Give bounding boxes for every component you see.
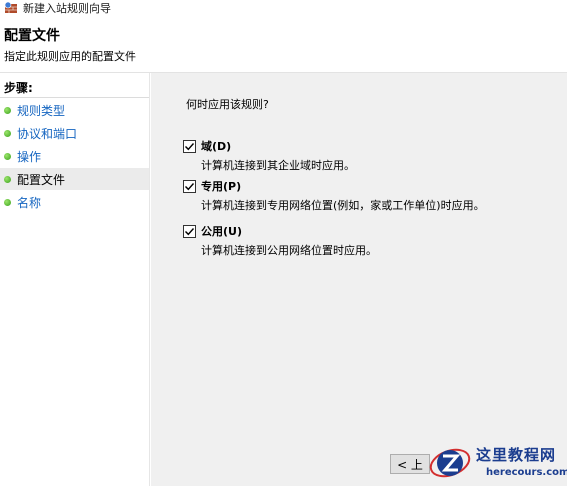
public-description: 计算机连接到公用网络位置时应用。 [201, 244, 377, 257]
question-text: 何时应用该规则? [186, 98, 269, 111]
option-domain: 域(D) 计算机连接到其企业域时应用。 [183, 138, 553, 173]
watermark-logo-icon [429, 448, 471, 478]
step-action[interactable]: 操作 [0, 145, 149, 167]
public-checkbox-row[interactable]: 公用(U) [183, 223, 553, 239]
step-bullet-icon [4, 198, 11, 206]
step-protocol-ports[interactable]: 协议和端口 [0, 122, 149, 144]
domain-checkbox-row[interactable]: 域(D) [183, 138, 553, 154]
step-label: 名称 [17, 195, 42, 210]
steps-divider [0, 97, 149, 98]
step-bullet-icon [4, 129, 11, 137]
private-label: 专用(P) [201, 180, 242, 193]
step-bullet-icon [4, 175, 11, 183]
watermark: 这里教程网 herecours.com [426, 440, 567, 486]
steps-sidebar: 步骤: 规则类型 协议和端口 操作 配置文件 名称 [0, 73, 150, 486]
checkmark-icon [185, 142, 195, 150]
firewall-wizard-icon [4, 1, 18, 15]
profile-panel: 何时应用该规则? 域(D) 计算机连接到其企业域时应用。 专用(P) 计算机连接… [151, 73, 567, 486]
option-public: 公用(U) 计算机连接到公用网络位置时应用。 [183, 223, 553, 258]
window-title: 新建入站规则向导 [23, 2, 111, 15]
step-bullet-icon [4, 152, 11, 160]
private-checkbox[interactable] [183, 179, 196, 193]
checkmark-icon [185, 227, 195, 235]
watermark-title: 这里教程网 [476, 446, 557, 464]
step-bullet-icon [4, 106, 11, 114]
page-subtitle: 指定此规则应用的配置文件 [4, 50, 136, 63]
domain-label: 域(D) [201, 140, 232, 153]
public-label: 公用(U) [201, 225, 242, 238]
wizard-header: 配置文件 指定此规则应用的配置文件 [0, 16, 567, 73]
step-label: 操作 [17, 149, 42, 164]
domain-description: 计算机连接到其企业域时应用。 [201, 159, 355, 172]
back-button[interactable]: < 上 [390, 454, 430, 474]
step-profile[interactable]: 配置文件 [0, 168, 149, 190]
watermark-url: herecours.com [486, 467, 567, 478]
step-label: 配置文件 [17, 172, 66, 187]
title-bar: 新建入站规则向导 [0, 0, 567, 16]
page-title: 配置文件 [4, 28, 60, 44]
private-description: 计算机连接到专用网络位置(例如，家或工作单位)时应用。 [201, 199, 485, 212]
option-private: 专用(P) 计算机连接到专用网络位置(例如，家或工作单位)时应用。 [183, 178, 553, 213]
steps-heading: 步骤: [4, 81, 33, 95]
step-name[interactable]: 名称 [0, 191, 149, 213]
step-rule-type[interactable]: 规则类型 [0, 99, 149, 121]
checkmark-icon [185, 182, 195, 190]
domain-checkbox[interactable] [183, 139, 196, 153]
wizard-window: 新建入站规则向导 配置文件 指定此规则应用的配置文件 步骤: 规则类型 协议和端… [0, 0, 567, 486]
private-checkbox-row[interactable]: 专用(P) [183, 178, 553, 194]
step-label: 协议和端口 [17, 126, 78, 141]
public-checkbox[interactable] [183, 224, 196, 238]
step-label: 规则类型 [17, 103, 66, 118]
